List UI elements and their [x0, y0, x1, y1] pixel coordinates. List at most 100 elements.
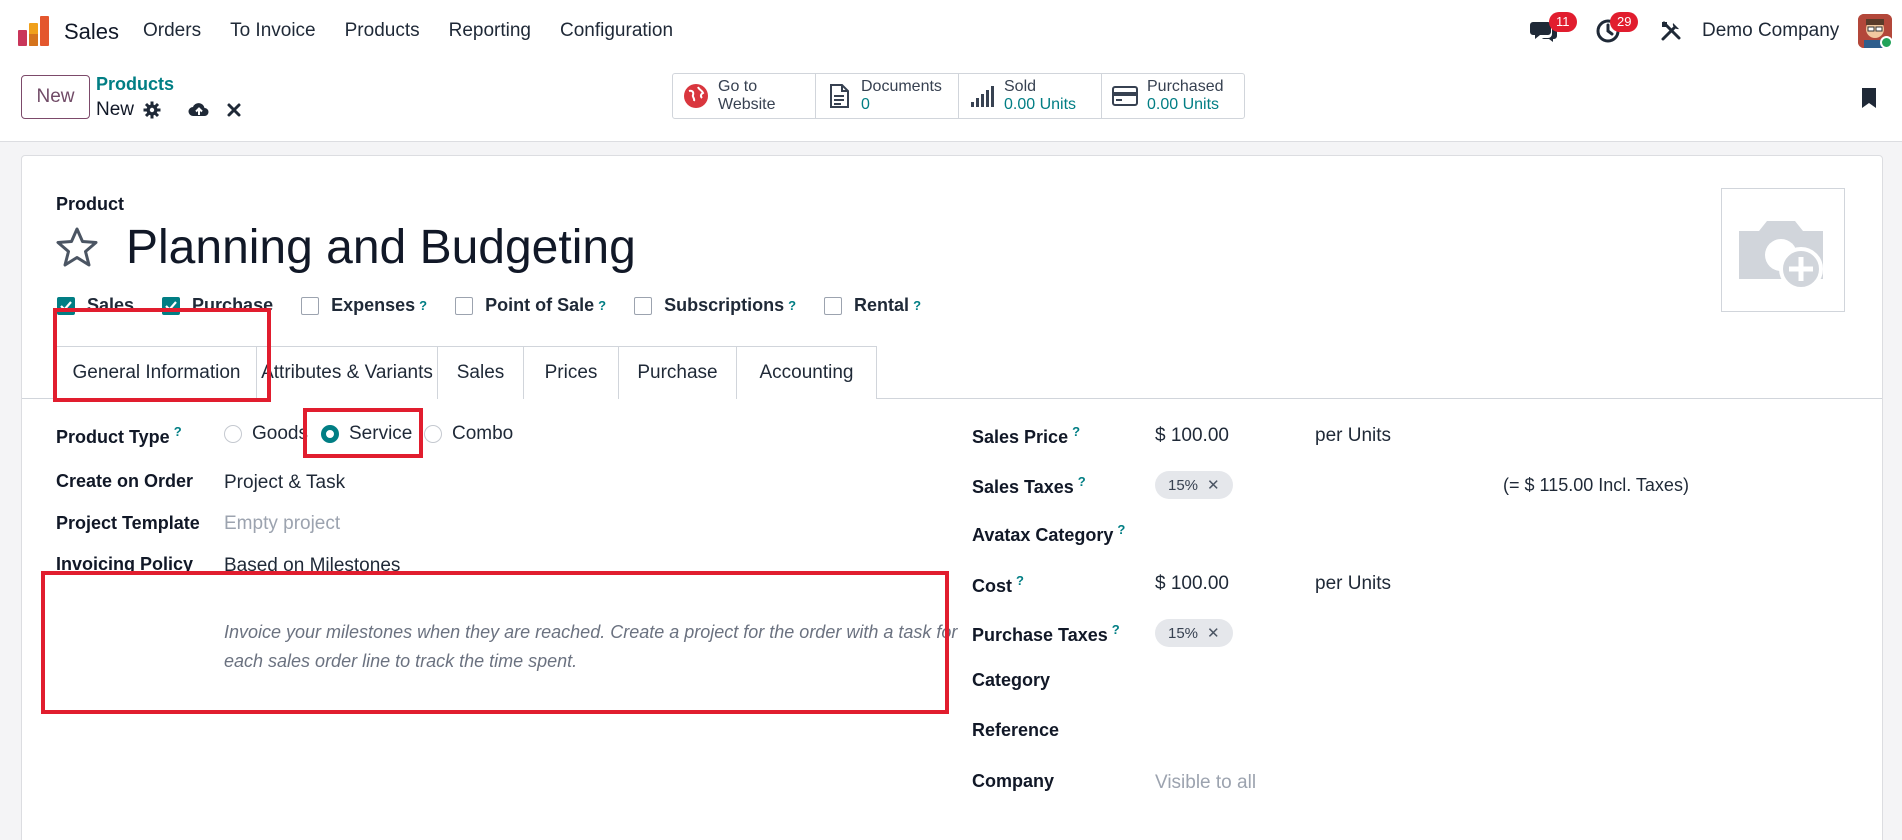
app-name[interactable]: Sales: [64, 19, 119, 45]
purchase-tax-tag[interactable]: 15% ✕: [1155, 619, 1233, 647]
company-input[interactable]: Visible to all: [1155, 772, 1256, 794]
sales-price-label: Sales Price?: [972, 424, 1080, 448]
help-tooltip-icon[interactable]: ?: [913, 298, 921, 313]
help-tooltip-icon[interactable]: ?: [419, 298, 427, 313]
bookmark-icon[interactable]: [1861, 87, 1877, 109]
checkbox-subscriptions-label: Subscriptions: [664, 295, 785, 315]
sales-taxes-label: Sales Taxes?: [972, 474, 1086, 498]
cost-input[interactable]: $ 100.00: [1155, 573, 1229, 595]
discard-x-icon[interactable]: [226, 101, 242, 119]
radio-goods[interactable]: Goods: [224, 423, 308, 445]
checkbox-expenses-box[interactable]: [301, 296, 320, 315]
checkbox-subscriptions[interactable]: Subscriptions?: [634, 295, 796, 316]
cost-unit: per Units: [1315, 573, 1392, 594]
help-tooltip-icon[interactable]: ?: [1072, 424, 1080, 439]
checkbox-expenses-label: Expenses: [331, 295, 416, 315]
product-image-upload[interactable]: [1721, 188, 1845, 312]
camera-plus-icon: [1739, 221, 1823, 291]
top-navbar: Sales Orders To Invoice Products Reporti…: [0, 0, 1902, 62]
company-switcher[interactable]: Demo Company: [1702, 20, 1839, 42]
help-tooltip-icon[interactable]: ?: [174, 424, 182, 439]
menu-reporting[interactable]: Reporting: [449, 20, 531, 42]
radio-goods-dot[interactable]: [224, 425, 242, 443]
smart-documents-label: Documents: [861, 78, 942, 95]
check-icon: [60, 300, 72, 311]
product-type-label: Product Type?: [56, 424, 182, 448]
check-icon: [165, 300, 177, 311]
menu-products[interactable]: Products: [345, 20, 420, 42]
remove-tag-icon[interactable]: ✕: [1207, 624, 1220, 642]
avatax-category-label-text: Avatax Category: [972, 525, 1114, 545]
tab-purchase[interactable]: Purchase: [618, 346, 737, 399]
purchased-button[interactable]: Purchased 0.00 Units: [1102, 74, 1244, 118]
favorite-star-icon[interactable]: [55, 226, 99, 268]
radio-goods-label: Goods: [252, 423, 308, 444]
smart-sold-label: Sold: [1004, 78, 1037, 95]
checkbox-pos-box[interactable]: [455, 296, 474, 315]
product-field-label: Product: [56, 194, 125, 214]
category-label: Category: [972, 670, 1051, 690]
checkbox-pos-label: Point of Sale: [485, 295, 595, 315]
menu-configuration[interactable]: Configuration: [560, 20, 673, 42]
remove-tag-icon[interactable]: ✕: [1207, 476, 1220, 494]
invoicing-policy-select[interactable]: Based on Milestones: [224, 555, 400, 577]
checkbox-rental[interactable]: Rental?: [824, 295, 921, 316]
product-form-sheet: Product Planning and Budgeting Sales Pur…: [21, 155, 1883, 840]
avatax-category-label: Avatax Category?: [972, 522, 1125, 546]
radio-service-dot[interactable]: [321, 425, 339, 443]
radio-combo-dot[interactable]: [424, 425, 442, 443]
messages-count-badge: 11: [1549, 12, 1577, 32]
radio-service-label: Service: [349, 423, 413, 444]
help-tooltip-icon[interactable]: ?: [598, 298, 606, 313]
smart-buttons: Go to Website Documents 0 Sold 0.00 Units: [672, 73, 1245, 119]
tab-attributes-variants[interactable]: Attributes & Variants: [256, 346, 438, 399]
gear-icon[interactable]: [143, 101, 161, 119]
menu-to-invoice[interactable]: To Invoice: [230, 20, 316, 42]
sales-price-label-text: Sales Price: [972, 427, 1069, 447]
tab-accounting[interactable]: Accounting: [736, 346, 877, 399]
checkbox-sales[interactable]: Sales: [57, 295, 134, 316]
help-tooltip-icon[interactable]: ?: [1117, 522, 1125, 537]
checkbox-expenses[interactable]: Expenses?: [301, 295, 427, 316]
menu-orders[interactable]: Orders: [143, 20, 201, 42]
checkbox-sales-box[interactable]: [57, 296, 75, 315]
company-label: Company: [972, 771, 1055, 791]
debug-tools-icon[interactable]: [1660, 18, 1682, 44]
globe-icon: [684, 84, 708, 108]
help-tooltip-icon[interactable]: ?: [1112, 622, 1120, 637]
create-on-order-label: Create on Order: [56, 471, 194, 491]
help-tooltip-icon[interactable]: ?: [1078, 474, 1086, 489]
sales-price-input[interactable]: $ 100.00: [1155, 425, 1229, 447]
checkbox-purchase-box[interactable]: [162, 296, 181, 315]
new-button[interactable]: New: [21, 75, 90, 119]
smart-purchased-value: 0.00 Units: [1147, 96, 1220, 113]
product-type-label-text: Product Type: [56, 427, 170, 447]
smart-website-line1: Go to: [718, 78, 758, 95]
tab-sales[interactable]: Sales: [437, 346, 524, 399]
checkbox-point-of-sale[interactable]: Point of Sale?: [455, 295, 606, 316]
create-on-order-select[interactable]: Project & Task: [224, 472, 345, 494]
sales-tax-tag[interactable]: 15% ✕: [1155, 471, 1233, 499]
tab-general-information[interactable]: General Information: [56, 346, 257, 400]
breadcrumb-products[interactable]: Products: [96, 74, 174, 95]
radio-service[interactable]: Service: [321, 423, 412, 445]
checkbox-subscriptions-box[interactable]: [634, 296, 653, 315]
control-panel: New Products New Go to Website Documents…: [0, 62, 1902, 142]
checkbox-rental-box[interactable]: [824, 296, 843, 315]
cloud-save-icon[interactable]: [188, 100, 210, 120]
sales-taxes-incl-total: (= $ 115.00 Incl. Taxes): [1503, 475, 1689, 495]
help-tooltip-icon[interactable]: ?: [788, 298, 796, 313]
smart-sold-value: 0.00 Units: [1004, 96, 1077, 113]
sales-app-logo-icon[interactable]: [18, 16, 50, 46]
go-to-website-button[interactable]: Go to Website: [673, 74, 816, 118]
project-template-input[interactable]: Empty project: [224, 513, 340, 535]
documents-button[interactable]: Documents 0: [816, 74, 959, 118]
radio-combo[interactable]: Combo: [424, 423, 513, 445]
product-name-input[interactable]: Planning and Budgeting: [126, 220, 636, 275]
checkbox-purchase[interactable]: Purchase: [162, 295, 273, 316]
sold-button[interactable]: Sold 0.00 Units: [959, 74, 1102, 118]
help-tooltip-icon[interactable]: ?: [1016, 573, 1024, 588]
tab-prices[interactable]: Prices: [523, 346, 619, 399]
sales-tax-tag-label: 15%: [1168, 476, 1199, 494]
sales-taxes-label-text: Sales Taxes: [972, 477, 1074, 497]
